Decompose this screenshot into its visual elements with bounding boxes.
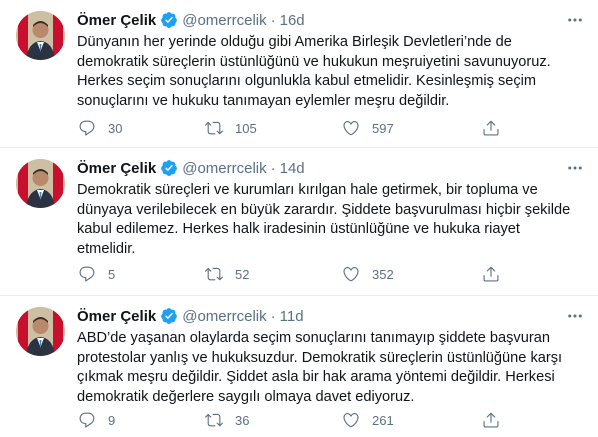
verified-badge-icon <box>160 11 178 29</box>
retweet-icon <box>205 413 223 427</box>
avatar[interactable] <box>16 159 65 208</box>
author-name[interactable]: Ömer Çelik <box>77 160 156 177</box>
author-handle[interactable]: @omerrcelik <box>182 12 266 29</box>
share-icon <box>483 266 499 282</box>
avatar-image <box>16 11 65 60</box>
tweet-actions: 30 105 597 <box>70 117 570 139</box>
tweet-text-line: demokratik süreçlerin üstünlüğünü ve huk… <box>77 53 551 70</box>
avatar[interactable] <box>16 11 65 60</box>
avatar[interactable] <box>16 307 65 356</box>
reply-icon <box>79 412 95 428</box>
tweet-text: Dünyanın her yerinde olduğu gibi Amerika… <box>77 33 577 111</box>
tweet-text-line: Herkes seçim sonuçlarını olgunlukla kabu… <box>77 73 537 90</box>
reply-button[interactable]: 30 <box>78 117 122 139</box>
like-count: 352 <box>372 266 394 282</box>
retweet-count: 52 <box>235 266 250 282</box>
separator-dot: · <box>270 159 276 177</box>
tweet-text-line: dünyaya verilebilecek en büyük zarardır.… <box>77 201 571 218</box>
tweet-text-line: Dünyanın her yerinde olduğu gibi Amerika… <box>77 34 512 50</box>
tweet-actions: 9 36 261 <box>70 409 570 431</box>
like-icon <box>343 267 359 282</box>
more-options-icon[interactable] <box>564 157 586 179</box>
like-count: 597 <box>372 120 394 136</box>
tweet-header: Ömer Çelik @omerrcelik · 14d <box>77 157 305 179</box>
tweet-header: Ömer Çelik @omerrcelik · 16d <box>77 9 305 31</box>
retweet-icon <box>205 121 223 135</box>
like-icon <box>343 413 359 428</box>
tweet-timestamp[interactable]: 14d <box>280 160 305 177</box>
like-button[interactable]: 352 <box>342 263 394 285</box>
separator-dot: · <box>270 307 276 325</box>
tweet-text-line: ABD’de yaşanan olaylarda seçim sonuçları… <box>77 330 550 346</box>
reply-icon <box>79 120 95 136</box>
reply-count: 9 <box>108 412 116 428</box>
tweet[interactable]: Ömer Çelik @omerrcelik · 11d ABD’de yaşa… <box>0 296 598 437</box>
avatar-image <box>16 159 65 208</box>
reply-count: 30 <box>108 120 123 136</box>
separator-dot: · <box>270 11 276 29</box>
share-icon <box>483 412 499 428</box>
tweet-text-line: çıkmak meşru değildir. Şiddet asla bir h… <box>77 369 555 386</box>
more-options-icon[interactable] <box>564 9 586 31</box>
reply-count: 5 <box>108 266 116 282</box>
author-name[interactable]: Ömer Çelik <box>77 308 156 325</box>
tweet-feed: Ömer Çelik @omerrcelik · 16d Dünyanın he… <box>0 0 598 437</box>
retweet-button[interactable]: 105 <box>205 117 257 139</box>
author-handle[interactable]: @omerrcelik <box>182 308 266 325</box>
tweet-text: Demokratik süreçleri ve kurumları kırılg… <box>77 181 577 259</box>
like-count: 261 <box>372 412 394 428</box>
retweet-count: 105 <box>235 120 257 136</box>
tweet-text-line: sonuçlarını ve hukuku tanımayan eylemler… <box>77 92 450 109</box>
tweet-timestamp[interactable]: 16d <box>280 12 305 29</box>
tweet-header: Ömer Çelik @omerrcelik · 11d <box>77 305 304 327</box>
avatar-image <box>16 307 65 356</box>
like-button[interactable]: 261 <box>342 409 394 431</box>
retweet-count: 36 <box>235 412 250 428</box>
tweet[interactable]: Ömer Çelik @omerrcelik · 16d Dünyanın he… <box>0 0 598 148</box>
tweet-text-line: demokratik değerlere saygılı olmaya dave… <box>77 388 415 405</box>
reply-button[interactable]: 5 <box>78 263 115 285</box>
reply-icon <box>79 266 95 282</box>
tweet-actions: 5 52 352 <box>70 263 570 285</box>
share-icon <box>483 120 499 136</box>
tweet-text-line: kabul edilemez. Herkes halk iradesinin ü… <box>77 221 520 238</box>
share-button[interactable] <box>482 117 512 139</box>
tweet-timestamp[interactable]: 11d <box>280 308 304 325</box>
share-button[interactable] <box>482 409 512 431</box>
verified-badge-icon <box>160 307 178 325</box>
tweet-text: ABD’de yaşanan olaylarda seçim sonuçları… <box>77 329 577 407</box>
author-handle[interactable]: @omerrcelik <box>182 160 266 177</box>
retweet-button[interactable]: 36 <box>205 409 249 431</box>
verified-badge-icon <box>160 159 178 177</box>
more-options-icon[interactable] <box>564 305 586 327</box>
reply-button[interactable]: 9 <box>78 409 115 431</box>
tweet-text-line: Demokratik süreçleri ve kurumları kırılg… <box>77 182 538 198</box>
share-button[interactable] <box>482 263 512 285</box>
like-icon <box>343 121 359 136</box>
like-button[interactable]: 597 <box>342 117 394 139</box>
author-name[interactable]: Ömer Çelik <box>77 12 156 29</box>
retweet-icon <box>205 267 223 281</box>
retweet-button[interactable]: 52 <box>205 263 249 285</box>
tweet-text-line: protestolar yanlış ve hukuksuzdur. Demok… <box>77 349 563 366</box>
tweet-text-line: etmelidir. <box>77 240 136 257</box>
tweet[interactable]: Ömer Çelik @omerrcelik · 14d Demokratik … <box>0 148 598 296</box>
